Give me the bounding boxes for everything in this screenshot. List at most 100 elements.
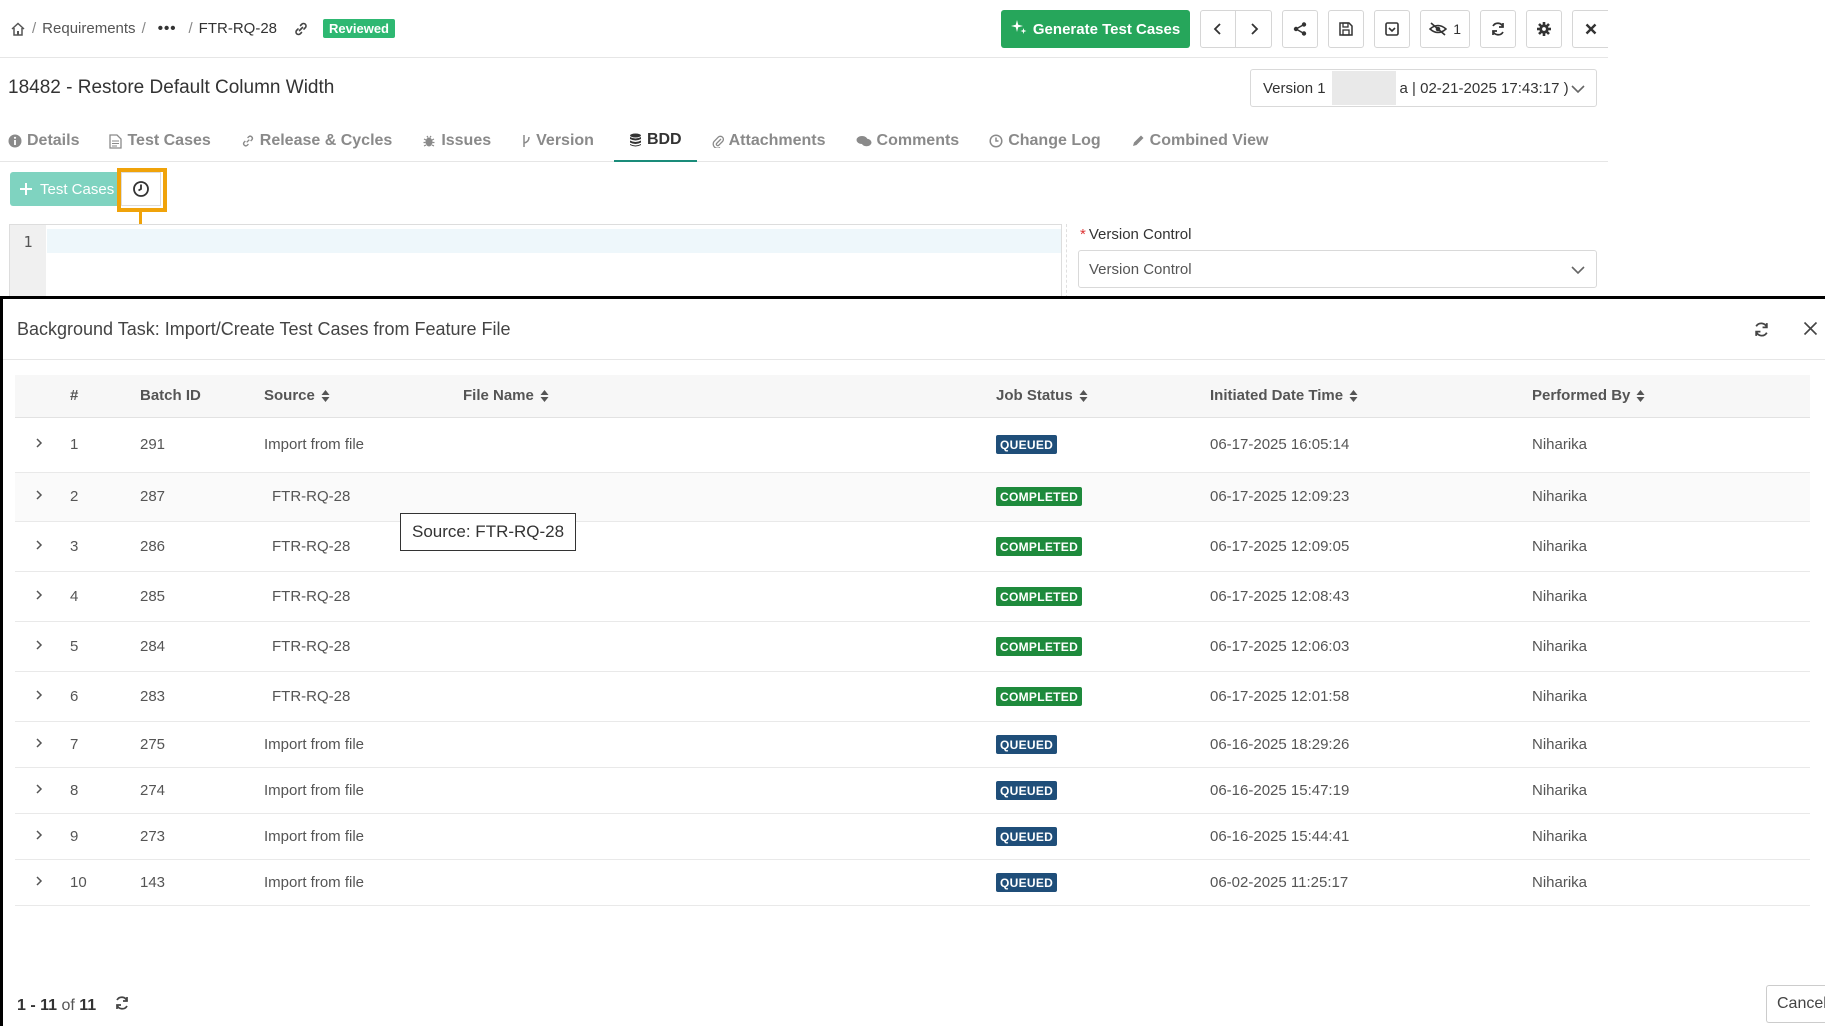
table-row[interactable]: 9 273 Import from file QUEUED 06-16-2025 15:… — [15, 813, 1810, 860]
generate-test-cases-button[interactable]: Generate Test Cases — [1000, 10, 1191, 48]
refresh-icon — [1492, 22, 1504, 36]
copy-link-icon[interactable] — [293, 21, 309, 37]
breadcrumb-separator: / — [32, 20, 37, 37]
next-button[interactable] — [1236, 10, 1273, 48]
chevron-right-icon — [36, 589, 43, 600]
row-expand-cell[interactable] — [15, 521, 70, 572]
row-expand-cell[interactable] — [15, 417, 70, 473]
row-performed-by: Niharika — [1532, 813, 1810, 860]
row-expand-cell[interactable] — [15, 767, 70, 814]
row-batch-id: 283 — [140, 671, 264, 722]
version-select[interactable]: Version 1 a | 02-21-2025 17:43:17 ) — [1250, 69, 1597, 107]
row-initiated-date: 06-17-2025 12:08:43 — [1210, 571, 1532, 622]
previous-button[interactable] — [1200, 10, 1237, 48]
breadcrumb-ellipsis[interactable]: ••• — [158, 20, 177, 37]
pagination-total: 11 — [79, 996, 97, 1014]
row-job-status: COMPLETED — [996, 472, 1210, 522]
column-header-initiated-date[interactable]: Initiated Date Time — [1210, 375, 1532, 418]
table-header: # Batch ID Source File Name Job Status I… — [15, 375, 1810, 418]
job-status-badge: QUEUED — [996, 734, 1058, 754]
table-row[interactable]: 4 285 FTR-RQ-28 COMPLETED 06-17-2025 12:08:4… — [15, 571, 1810, 622]
table-row[interactable]: 1 291 Import from file QUEUED 06-17-2025 16:… — [15, 417, 1810, 473]
watch-button[interactable]: 1 — [1420, 10, 1470, 48]
job-status-badge: QUEUED — [996, 435, 1058, 454]
row-source: FTR-RQ-28 — [264, 571, 463, 622]
table-row[interactable]: 2 287 FTR-RQ-28 COMPLETED 06-17-2025 12:09:2… — [15, 472, 1810, 522]
row-performed-by: Niharika — [1532, 859, 1810, 906]
tab-combined-view[interactable]: Combined View — [1131, 120, 1284, 162]
row-initiated-date: 06-17-2025 12:09:05 — [1210, 521, 1532, 572]
column-header-file-name[interactable]: File Name — [463, 375, 996, 418]
row-expand-cell[interactable] — [15, 472, 70, 522]
row-batch-id: 143 — [140, 859, 264, 906]
link-icon — [242, 135, 253, 147]
row-expand-cell[interactable] — [15, 671, 70, 722]
panel-close-button[interactable] — [1803, 321, 1818, 340]
archive-button[interactable] — [1374, 10, 1411, 48]
table-row[interactable]: 8 274 Import from file QUEUED 06-16-2025 15:… — [15, 767, 1810, 814]
share-button[interactable] — [1282, 10, 1319, 48]
tab-attachments[interactable]: Attachments — [712, 120, 841, 162]
tab-change-log[interactable]: Change Log — [989, 120, 1115, 162]
save-button[interactable] — [1328, 10, 1365, 48]
tab-version[interactable]: Version — [521, 120, 609, 162]
row-expand-cell[interactable] — [15, 621, 70, 672]
toolbar: Generate Test Cases 1 — [1000, 10, 1608, 48]
tab-comments[interactable]: Comments — [856, 120, 975, 162]
editor-active-line[interactable] — [47, 229, 1061, 253]
version-control-placeholder: Version Control — [1089, 260, 1192, 278]
row-expand-cell[interactable] — [15, 859, 70, 906]
table-row[interactable]: 5 284 FTR-RQ-28 COMPLETED 06-17-2025 12:06:0… — [15, 621, 1810, 672]
tab-release-cycles[interactable]: Release & Cycles — [241, 120, 408, 162]
column-header-source[interactable]: Source — [264, 375, 463, 418]
sort-icon — [1079, 390, 1088, 403]
column-header-batch-id: Batch ID — [140, 375, 264, 418]
column-label: File Name — [463, 387, 534, 405]
archive-icon — [1385, 22, 1400, 36]
cancel-button[interactable]: Cancel — [1766, 985, 1825, 1023]
panel-refresh-button[interactable] — [1753, 321, 1770, 342]
jobs-table-body: 1 291 Import from file QUEUED 06-17-2025 16:… — [15, 417, 1810, 906]
pagination-refresh-button[interactable] — [114, 995, 130, 1016]
row-source: Import from file — [264, 813, 463, 860]
column-label: # — [70, 387, 79, 405]
home-icon[interactable] — [10, 21, 26, 37]
source-tooltip: Source: FTR-RQ-28 — [400, 513, 577, 551]
breadcrumb-separator: / — [141, 20, 146, 37]
row-batch-id: 291 — [140, 417, 264, 473]
chevron-down-icon — [1571, 85, 1585, 94]
clock-icon — [989, 134, 1003, 148]
tab-bdd[interactable]: BDD — [613, 120, 697, 162]
row-expand-cell[interactable] — [15, 813, 70, 860]
row-initiated-date: 06-16-2025 15:47:19 — [1210, 767, 1532, 814]
sort-icon — [321, 390, 330, 403]
row-number: 4 — [70, 571, 140, 622]
version-control-select[interactable]: Version Control — [1078, 250, 1597, 288]
job-status-badge: COMPLETED — [996, 487, 1083, 506]
sparkle-icon — [1010, 19, 1027, 39]
panel-title: Background Task: Import/Create Test Case… — [17, 319, 511, 339]
row-initiated-date: 06-17-2025 12:09:23 — [1210, 472, 1532, 522]
column-header-job-status[interactable]: Job Status — [996, 375, 1210, 418]
row-number: 10 — [70, 859, 140, 906]
table-row[interactable]: 7 275 Import from file QUEUED 06-16-2025 18:… — [15, 721, 1810, 768]
breadcrumb-requirements[interactable]: Requirements — [42, 20, 135, 37]
row-expand-cell[interactable] — [15, 571, 70, 622]
tab-issues[interactable]: Issues — [422, 120, 506, 162]
column-label: Job Status — [996, 387, 1073, 405]
row-batch-id: 285 — [140, 571, 264, 622]
row-number: 1 — [70, 417, 140, 473]
close-button[interactable] — [1572, 10, 1608, 48]
table-row[interactable]: 10 143 Import from file QUEUED 06-02-2025 11… — [15, 859, 1810, 906]
feature-editor[interactable]: 1 — [9, 224, 1062, 298]
row-expand-cell[interactable] — [15, 721, 70, 768]
refresh-button[interactable] — [1480, 10, 1516, 48]
tab-test-cases[interactable]: Test Cases — [109, 120, 225, 162]
add-test-cases-button[interactable]: Test Cases — [10, 172, 123, 206]
table-row[interactable]: 6 283 FTR-RQ-28 COMPLETED 06-17-2025 12:01:5… — [15, 671, 1810, 722]
column-header-performed-by[interactable]: Performed By — [1532, 375, 1810, 418]
settings-button[interactable] — [1526, 10, 1562, 48]
tab-details[interactable]: Details — [8, 120, 94, 162]
row-job-status: COMPLETED — [996, 671, 1210, 722]
table-row[interactable]: 3 286 FTR-RQ-28 COMPLETED 06-17-2025 12:09:0… — [15, 521, 1810, 572]
